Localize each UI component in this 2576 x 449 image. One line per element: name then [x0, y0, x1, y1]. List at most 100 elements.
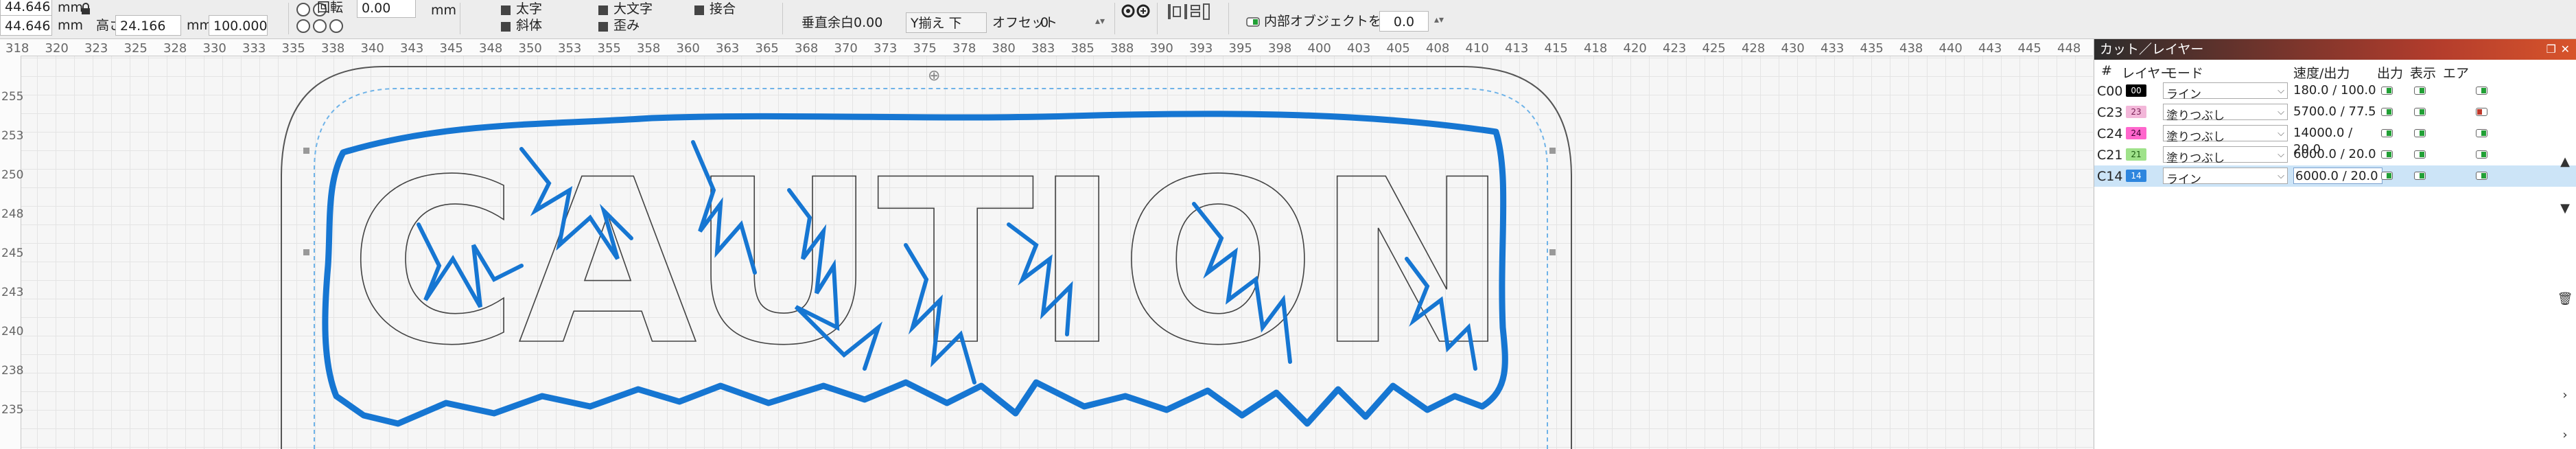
layer-color-swatch[interactable]: 00 — [2126, 84, 2146, 97]
top-toolbar: 44.646 mm 44.646 mm 高さ 24.166 mm 100.000… — [0, 0, 2576, 39]
layer-speed-power[interactable]: 180.0 / 100.0 — [2293, 82, 2382, 99]
layer-mode-select[interactable]: ライン ⌵ — [2163, 168, 2288, 187]
handle-left — [303, 249, 309, 255]
air-toggle[interactable] — [2476, 129, 2487, 137]
panel-title: カット／レイヤー ❐ ✕ — [2094, 39, 2576, 60]
inner-spin-icon[interactable]: ▴▾ — [1434, 10, 1444, 30]
align-select[interactable]: Y揃え 下 — [906, 12, 987, 33]
layer-table-header: # レイヤー モード 速度/出力 出力 表示 エア — [2094, 60, 2576, 81]
layer-row[interactable]: C23 23 塗りつぶし ⌵ 5700.0 / 77.5 — [2094, 102, 2576, 123]
layer-row[interactable]: C14 14 ライン ⌵ 6000.0 / 20.0 — [2094, 165, 2576, 187]
layer-row[interactable]: C24 24 塗りつぶし ⌵ 14000.0 / 20.0 — [2094, 123, 2576, 157]
radio-option-4[interactable] — [313, 19, 327, 33]
rotate-label: 回転 — [317, 0, 344, 15]
show-toggle[interactable] — [2414, 108, 2426, 116]
x-field-lower[interactable]: 44.646 — [0, 15, 52, 36]
layer-mode-value: 塗りつぶし — [2166, 152, 2225, 165]
vertical-spacing-value[interactable]: 0.00 — [854, 12, 882, 33]
rotate-field[interactable]: 0.00 — [357, 0, 416, 18]
camera-toggle-icon[interactable] — [1121, 3, 1151, 19]
air-toggle[interactable] — [2476, 172, 2487, 180]
offset-spin-icon[interactable]: ▴▾ — [1095, 11, 1105, 32]
panel-close-icon[interactable]: ✕ — [2561, 39, 2570, 60]
show-toggle[interactable] — [2414, 87, 2426, 95]
air-toggle[interactable] — [2476, 87, 2487, 95]
selection-center-mark: ⊕ — [928, 67, 940, 84]
offset-value[interactable]: 0 — [1040, 12, 1049, 33]
distort-checkbox-icon[interactable] — [598, 22, 608, 32]
output-toggle[interactable] — [2381, 150, 2393, 159]
chevron-down-icon: ⌵ — [2278, 107, 2284, 117]
chevron-down-icon: ⌵ — [2278, 171, 2284, 181]
weld-checkbox-icon[interactable] — [694, 5, 704, 15]
layer-mode-value: 塗りつぶし — [2166, 130, 2225, 144]
rotate-unit-label: mm — [431, 3, 457, 18]
height-field[interactable]: 24.166 — [115, 15, 181, 36]
col-num: # — [2101, 63, 2112, 78]
layer-mode-value: ライン — [2166, 88, 2201, 102]
layer-speed-power[interactable]: 5700.0 / 77.5 — [2293, 104, 2382, 120]
radio-option-1[interactable] — [296, 3, 310, 16]
italic-checkbox-icon[interactable] — [501, 22, 511, 32]
layer-speed-power[interactable]: 14000.0 / 20.0 — [2293, 125, 2382, 157]
design-artwork[interactable]: ⊕ CAUTION — [0, 39, 2093, 449]
panel-title-text: カット／レイヤー — [2100, 42, 2204, 57]
weld-label: 接合 — [710, 1, 736, 16]
radio-option-3[interactable] — [296, 19, 310, 33]
layer-id: C24 — [2097, 126, 2123, 141]
layer-row[interactable]: C21 21 塗りつぶし ⌵ 6000.0 / 20.0 — [2094, 144, 2576, 165]
bold-checkbox-icon[interactable] — [501, 5, 511, 15]
layer-color-swatch[interactable]: 14 — [2126, 170, 2146, 182]
delete-layer-icon[interactable]: 🗑 — [2555, 292, 2575, 312]
distort-label: 歪み — [613, 18, 640, 33]
layer-id: C23 — [2097, 105, 2123, 120]
chevron-down-icon: ⌵ — [2278, 128, 2284, 139]
alignment-tools-icon[interactable] — [1167, 1, 1212, 22]
move-up-icon[interactable]: ▲ — [2555, 154, 2575, 175]
move-down-icon[interactable]: ▼ — [2555, 201, 2575, 222]
expand-right-icon[interactable]: › — [2555, 388, 2575, 408]
handle-top-right — [1549, 148, 1556, 154]
inner-value-field[interactable]: 0.0 — [1379, 11, 1429, 32]
x-position-field[interactable]: 44.646 — [0, 0, 52, 16]
layer-color-swatch[interactable]: 23 — [2126, 106, 2146, 118]
air-toggle[interactable] — [2476, 108, 2487, 116]
lock-aspect-icon[interactable] — [81, 3, 91, 15]
layer-mode-value: 塗りつぶし — [2166, 109, 2225, 123]
col-air: エア — [2443, 66, 2470, 81]
uppercase-checkbox-icon[interactable] — [598, 5, 608, 15]
radio-option-5[interactable] — [329, 19, 343, 33]
output-toggle[interactable] — [2381, 129, 2393, 137]
layer-color-swatch[interactable]: 24 — [2126, 127, 2146, 139]
layer-mode-select[interactable]: ライン ⌵ — [2163, 82, 2288, 102]
design-canvas[interactable]: 318 320 323 325 328 330 333 335 338 340 343 345 348 3… — [0, 39, 2093, 449]
layer-id: C00 — [2097, 84, 2123, 99]
output-toggle[interactable] — [2381, 87, 2393, 95]
layer-row[interactable]: C00 00 ライン ⌵ 180.0 / 100.0 — [2094, 80, 2576, 102]
output-toggle[interactable] — [2381, 108, 2393, 116]
panel-float-icon[interactable]: ❐ — [2546, 39, 2556, 60]
show-toggle[interactable] — [2414, 172, 2426, 180]
handle-right — [1549, 249, 1556, 255]
layer-mode-value: ライン — [2166, 173, 2201, 187]
col-mode: モード — [2164, 66, 2204, 81]
layer-speed-power[interactable]: 6000.0 / 20.0 — [2293, 168, 2382, 184]
layer-id: C21 — [2097, 148, 2123, 163]
layer-mode-select[interactable]: 塗りつぶし ⌵ — [2163, 146, 2288, 165]
show-toggle[interactable] — [2414, 129, 2426, 137]
output-toggle[interactable] — [2381, 172, 2393, 180]
scale-field[interactable]: 100.000 — [209, 15, 268, 36]
layer-mode-select[interactable]: 塗りつぶし ⌵ — [2163, 125, 2288, 144]
show-toggle[interactable] — [2414, 150, 2426, 159]
caution-outline-text: CAUTION — [349, 131, 1509, 395]
layer-id: C14 — [2097, 169, 2123, 184]
layer-color-swatch[interactable]: 21 — [2126, 148, 2146, 161]
chevron-down-icon: ⌵ — [2278, 150, 2284, 160]
air-toggle[interactable] — [2476, 150, 2487, 159]
layer-speed-power[interactable]: 6000.0 / 20.0 — [2293, 146, 2382, 163]
inner-lock-toggle-icon[interactable] — [1246, 16, 1260, 27]
col-speed: 速度/出力 — [2293, 66, 2350, 81]
layer-mode-select[interactable]: 塗りつぶし ⌵ — [2163, 104, 2288, 123]
collapse-right-icon[interactable]: › — [2555, 428, 2575, 448]
cut-layer-panel: カット／レイヤー ❐ ✕ # レイヤー モード 速度/出力 出力 表示 エア C… — [2094, 39, 2576, 449]
